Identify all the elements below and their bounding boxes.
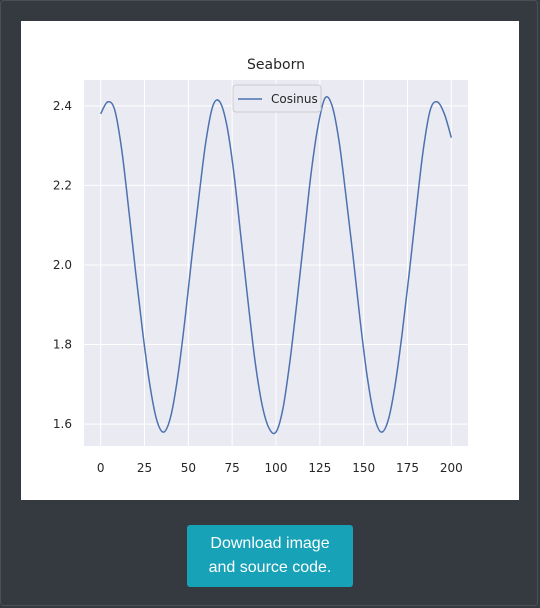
y-tick-label: 2.4 — [53, 99, 72, 113]
x-tick-label: 25 — [137, 461, 152, 475]
download-button-line1: Download image — [210, 535, 330, 552]
y-tick-label: 1.8 — [53, 338, 72, 352]
chart-title: Seaborn — [247, 57, 305, 73]
chart-svg: Seaborn 0 25 50 75 100 125 150 175 200 1.6 1.8 2.0 2… — [53, 57, 468, 475]
download-button[interactable]: Download image and source code. — [187, 525, 353, 587]
x-tick-label: 175 — [396, 461, 419, 475]
legend-label: Cosinus — [271, 92, 318, 106]
x-tick-label: 150 — [352, 461, 375, 475]
download-button-line2: and source code. — [208, 559, 332, 576]
legend: Cosinus — [232, 84, 322, 113]
x-tick-label: 200 — [440, 461, 463, 475]
x-tick-label: 125 — [308, 461, 331, 475]
x-tick-label: 75 — [225, 461, 240, 475]
x-tick-label: 0 — [97, 461, 105, 475]
y-tick-label: 2.2 — [53, 178, 72, 192]
x-tick-label: 100 — [265, 461, 288, 475]
y-tick-label: 2.0 — [53, 258, 72, 272]
x-tick-label: 50 — [181, 461, 196, 475]
y-tick-label: 1.6 — [53, 417, 72, 431]
plot-card: Seaborn 0 25 50 75 100 125 150 175 200 1.6 1.8 2.0 2… — [21, 21, 519, 500]
